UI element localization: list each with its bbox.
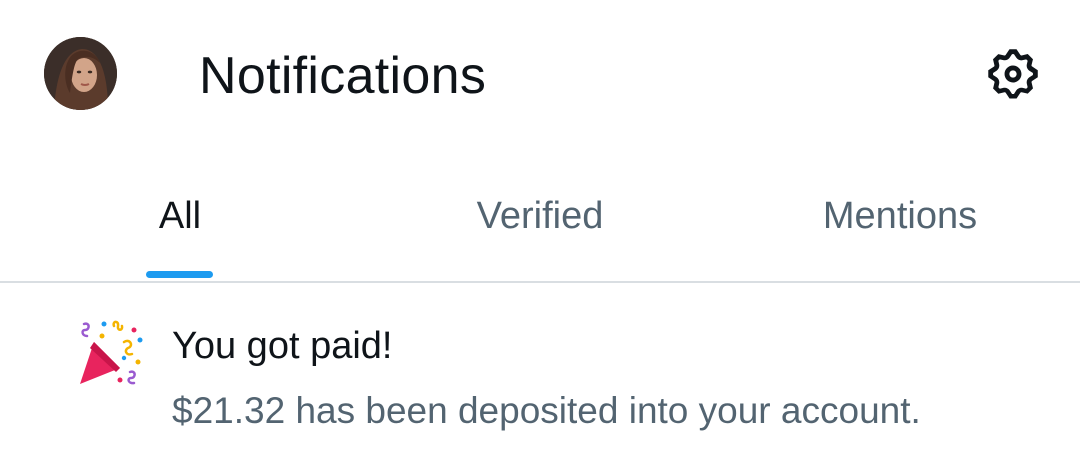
- settings-button[interactable]: [982, 43, 1044, 105]
- notification-item[interactable]: You got paid! $21.32 has been deposited …: [0, 284, 1080, 467]
- notifications-screen: Notifications All Verified Mentions You …: [0, 0, 1080, 467]
- notification-body: $21.32 has been deposited into your acco…: [172, 390, 921, 431]
- party-popper-icon: [80, 320, 143, 385]
- user-avatar[interactable]: [44, 37, 117, 110]
- notification-tabs: All Verified Mentions: [0, 150, 1080, 282]
- avatar-image: [44, 37, 117, 110]
- tab-verified[interactable]: Verified: [420, 150, 660, 282]
- gear-icon: [988, 49, 1038, 99]
- tab-all[interactable]: All: [60, 150, 300, 282]
- notification-title: You got paid!: [172, 325, 393, 367]
- tab-mentions[interactable]: Mentions: [780, 150, 1020, 282]
- active-tab-indicator: [146, 271, 213, 278]
- top-bar: Notifications: [0, 0, 1080, 150]
- page-title: Notifications: [199, 47, 487, 105]
- tabs-divider: [0, 281, 1080, 283]
